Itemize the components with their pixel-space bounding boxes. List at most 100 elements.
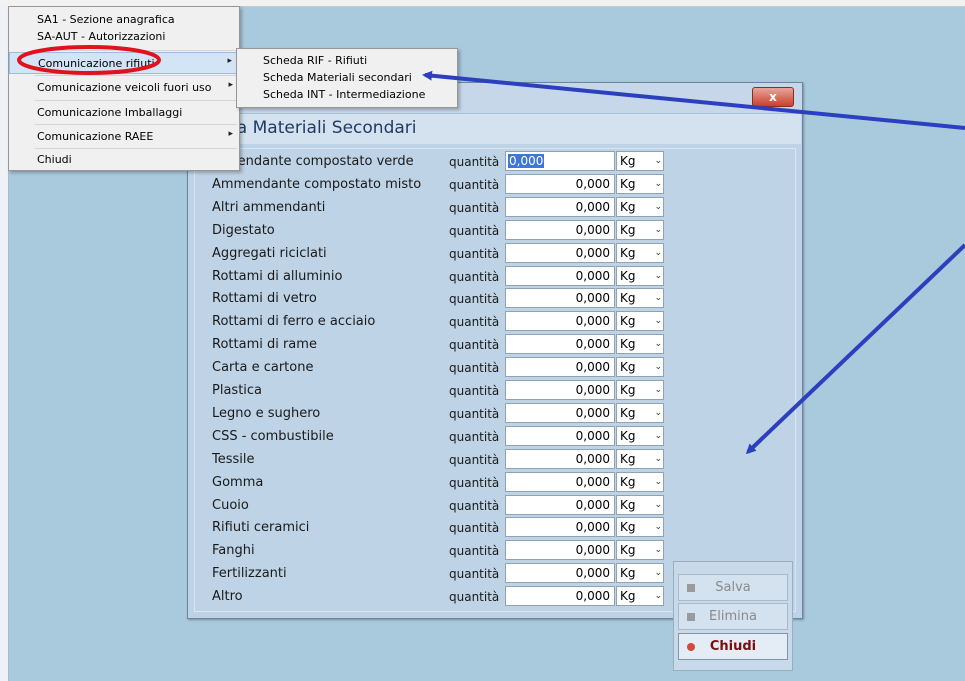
unit-select[interactable]: Kg ⌄ [616, 288, 664, 309]
menu-separator [35, 75, 237, 76]
menu-item-comunicazione-rifiuti[interactable]: Comunicazione rifiuti ▸ [9, 52, 239, 74]
unit-select[interactable]: Kg ⌄ [616, 265, 664, 286]
quantity-input[interactable]: 0,000 [505, 311, 615, 332]
unit-select[interactable]: Kg ⌄ [616, 425, 664, 446]
material-row: Legno e sughero quantità 0,000 Kg ⌄ [195, 402, 675, 425]
quantity-input[interactable]: 0,000 [505, 517, 615, 538]
unit-select[interactable]: Kg ⌄ [616, 242, 664, 263]
quantity-input[interactable]: 0,000 [505, 448, 615, 469]
menu-item-imballaggi[interactable]: Comunicazione Imballaggi [9, 102, 239, 124]
form-panel: Salva Elimina Chiudi mendante compostato… [194, 148, 796, 671]
quantity-input[interactable]: 0,000 [505, 288, 615, 309]
quantity-value: 0,000 [575, 360, 610, 375]
unit-select[interactable]: Kg ⌄ [616, 151, 664, 171]
chevron-down-icon: ⌄ [654, 156, 662, 166]
chevron-down-icon: ⌄ [654, 247, 662, 258]
quantity-input[interactable]: 0,000 [505, 242, 615, 263]
close-button[interactable]: Chiudi [678, 633, 788, 660]
menu-item-raee[interactable]: Comunicazione RAEE ▸ [9, 126, 239, 148]
chevron-down-icon: ⌄ [654, 568, 662, 579]
quantity-input[interactable]: 0,000 [505, 494, 615, 515]
chevron-down-icon: ⌄ [654, 545, 662, 556]
quantity-input[interactable]: 0,000 [505, 357, 615, 378]
quantity-value: 0,000 [575, 314, 610, 329]
menu-item-veicoli-fuori-uso[interactable]: Comunicazione veicoli fuori uso ▸ [9, 77, 239, 99]
unit-select[interactable]: Kg ⌄ [616, 540, 664, 561]
material-label: Altri ammendanti [212, 199, 326, 215]
dialog-close-button[interactable]: x [752, 87, 794, 107]
unit-select[interactable]: Kg ⌄ [616, 402, 664, 423]
quantity-label: quantità [449, 521, 500, 536]
chevron-down-icon: ⌄ [654, 270, 662, 281]
quantity-input[interactable]: 0,000 [505, 402, 615, 423]
button-panel: Salva Elimina Chiudi [673, 561, 793, 671]
material-label: Rottami di rame [212, 337, 317, 353]
chevron-down-icon: ⌄ [654, 499, 662, 510]
menu-item-sa-aut[interactable]: SA-AUT - Autorizzazioni [9, 27, 239, 49]
submenu-item-scheda-int[interactable]: Scheda INT - Intermediazione [237, 86, 457, 104]
chevron-down-icon: ⌄ [654, 293, 662, 304]
quantity-label: quantità [449, 315, 500, 330]
material-row: Gomma quantità 0,000 Kg ⌄ [195, 471, 675, 494]
quantity-input[interactable]: 0,000 [505, 151, 615, 171]
quantity-input[interactable]: 0,000 [505, 196, 615, 217]
save-button[interactable]: Salva [678, 574, 788, 601]
quantity-input[interactable]: 0,000 [505, 173, 615, 194]
quantity-value: 0,000 [575, 451, 610, 466]
unit-select[interactable]: Kg ⌄ [616, 311, 664, 332]
submenu-item-materiali-secondari[interactable]: Scheda Materiali secondari [237, 69, 457, 87]
quantity-input[interactable]: 0,000 [505, 265, 615, 286]
quantity-value: 0,000 [575, 383, 610, 397]
quantity-input[interactable]: 0,000 [505, 425, 615, 446]
unit-value: Kg [620, 474, 636, 489]
unit-select[interactable]: Kg ⌄ [616, 517, 664, 538]
menu-item-chiudi[interactable]: Chiudi [9, 149, 239, 171]
chevron-down-icon: ⌄ [654, 362, 662, 373]
material-label: Rottami di ferro e acciaio [212, 314, 376, 330]
material-label: Carta e cartone [212, 360, 314, 376]
unit-select[interactable]: Kg ⌄ [616, 219, 664, 240]
quantity-input[interactable]: 0,000 [505, 540, 615, 561]
quantity-input[interactable]: 0,000 [505, 334, 615, 355]
quantity-label: quantità [449, 567, 500, 582]
quantity-label: quantità [449, 429, 500, 444]
quantity-input[interactable]: 0,000 [505, 586, 615, 607]
delete-button[interactable]: Elimina [678, 603, 788, 630]
unit-select[interactable]: Kg ⌄ [616, 448, 664, 469]
material-row: Ammendante compostato misto quantità 0,000… [195, 173, 675, 196]
material-row: Carta e cartone quantità 0,000 Kg ⌄ [195, 357, 675, 379]
quantity-input[interactable]: 0,000 [505, 563, 615, 584]
quantity-input[interactable]: 0,000 [505, 471, 615, 492]
unit-value: Kg [620, 314, 636, 329]
unit-select[interactable]: Kg ⌄ [616, 334, 664, 355]
unit-value: Kg [620, 268, 636, 283]
chevron-down-icon: ⌄ [654, 476, 662, 487]
unit-select[interactable]: Kg ⌄ [616, 196, 664, 217]
quantity-input[interactable]: 0,000 [505, 380, 615, 400]
unit-select[interactable]: Kg ⌄ [616, 173, 664, 194]
quantity-label: quantità [449, 498, 500, 513]
material-row: Rottami di ferro e acciaio quantità 0,000 K… [195, 311, 675, 333]
quantity-value: 0,000 [575, 245, 610, 260]
chevron-down-icon: ⌄ [654, 385, 662, 395]
unit-select[interactable]: Kg ⌄ [616, 494, 664, 515]
unit-value: Kg [620, 176, 636, 191]
unit-select[interactable]: Kg ⌄ [616, 586, 664, 607]
unit-select[interactable]: Kg ⌄ [616, 471, 664, 492]
quantity-value: 0,000 [575, 428, 610, 443]
submenu-item-scheda-rif[interactable]: Scheda RIF - Rifiuti [237, 52, 457, 70]
quantity-input[interactable]: 0,000 [505, 219, 615, 240]
material-label: Fanghi [212, 543, 255, 559]
chevron-down-icon: ⌄ [654, 339, 662, 350]
unit-value: Kg [620, 245, 636, 260]
unit-value: Kg [620, 428, 636, 443]
unit-select[interactable]: Kg ⌄ [616, 357, 664, 378]
unit-select[interactable]: Kg ⌄ [616, 563, 664, 584]
unit-select[interactable]: Kg ⌄ [616, 380, 664, 400]
submenu-arrow-icon: ▸ [228, 80, 233, 90]
material-row: mendante compostato verde quantità 0,000 Kg… [195, 151, 675, 173]
main-menu: SA1 - Sezione anagrafica SA-AUT - Autori… [8, 6, 240, 171]
material-row: Fanghi quantità 0,000 Kg ⌄ [195, 540, 675, 562]
quantity-value: 0,000 [575, 222, 610, 237]
material-row: Rottami di alluminio quantità 0,000 Kg ⌄ [195, 265, 675, 288]
